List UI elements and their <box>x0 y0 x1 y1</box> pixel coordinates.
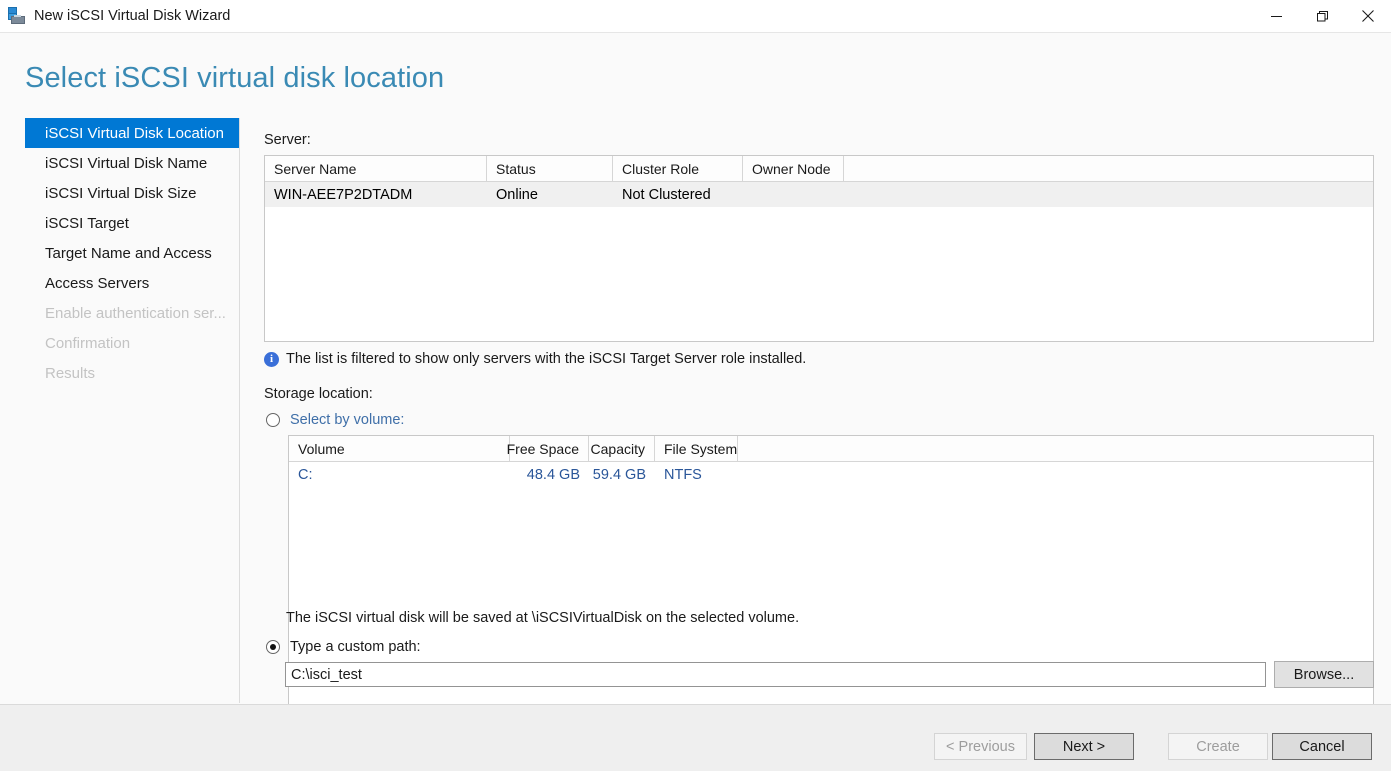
window-title: New iSCSI Virtual Disk Wizard <box>34 8 231 24</box>
info-icon: i <box>264 351 279 367</box>
volume-table-col-spacer <box>738 436 1373 461</box>
restore-button[interactable] <box>1299 0 1345 32</box>
sidebar-item-enable-authentication: Enable authentication ser... <box>25 298 239 328</box>
save-location-hint: The iSCSI virtual disk will be saved at … <box>286 610 800 626</box>
server-table-col-spacer <box>844 156 1373 181</box>
page-title: Select iSCSI virtual disk location <box>25 62 445 94</box>
volume-table-col-volume[interactable]: Volume <box>289 436 510 461</box>
browse-button[interactable]: Browse... <box>1274 661 1374 688</box>
capacity-cell: 59.4 GB <box>592 466 646 483</box>
table-row[interactable]: WIN-AEE7P2DTADM Online Not Clustered <box>265 182 1373 207</box>
volume-table-col-free-space[interactable]: Free Space <box>507 436 589 461</box>
sidebar-item-iscsi-virtual-disk-name[interactable]: iSCSI Virtual Disk Name <box>25 148 239 178</box>
window-controls <box>1253 0 1391 32</box>
minimize-button[interactable] <box>1253 0 1299 32</box>
sidebar-item-access-servers[interactable]: Access Servers <box>25 268 239 298</box>
previous-button: < Previous <box>934 733 1027 760</box>
storage-location-label: Storage location: <box>264 386 373 402</box>
wizard-sidebar: iSCSI Virtual Disk Location iSCSI Virtua… <box>0 118 239 703</box>
server-table-col-owner-node[interactable]: Owner Node <box>743 156 844 181</box>
filter-info-line: i The list is filtered to show only serv… <box>264 351 806 367</box>
close-icon <box>1362 10 1374 22</box>
filter-info-text: The list is filtered to show only server… <box>286 351 807 367</box>
sidebar-item-label: Confirmation <box>45 334 131 352</box>
volume-table-header: Volume Free Space Capacity File System <box>289 436 1373 462</box>
sidebar-item-label: iSCSI Target <box>45 214 129 232</box>
sidebar-item-target-name-and-access[interactable]: Target Name and Access <box>25 238 239 268</box>
volume-table-col-capacity[interactable]: Capacity <box>589 436 655 461</box>
server-table-col-status[interactable]: Status <box>487 156 613 181</box>
select-by-volume-label: Select by volume: <box>290 412 405 428</box>
server-table-header: Server Name Status Cluster Role Owner No… <box>265 156 1373 182</box>
file-system-cell: NTFS <box>664 466 702 483</box>
free-space-cell: 48.4 GB <box>526 466 580 483</box>
volume-table-col-file-system[interactable]: File System <box>655 436 738 461</box>
restore-icon <box>1316 10 1328 21</box>
table-row[interactable]: C: 48.4 GB 59.4 GB NTFS <box>289 462 1373 487</box>
server-label: Server: <box>264 132 311 148</box>
sidebar-item-confirmation: Confirmation <box>25 328 239 358</box>
sidebar-item-iscsi-virtual-disk-location[interactable]: iSCSI Virtual Disk Location <box>25 118 239 148</box>
iscsi-virtual-disk-icon <box>8 7 26 25</box>
sidebar-item-label: Results <box>45 364 96 382</box>
minimize-icon <box>1270 15 1282 17</box>
footer-bar: < Previous Next > Create Cancel <box>0 704 1391 771</box>
sidebar-item-label: iSCSI Virtual Disk Name <box>45 154 208 172</box>
title-bar-left: New iSCSI Virtual Disk Wizard <box>0 0 1253 32</box>
select-by-volume-radio-row[interactable]: Select by volume: <box>266 412 404 428</box>
select-by-volume-radio[interactable] <box>266 413 280 427</box>
create-button: Create <box>1168 733 1268 760</box>
server-name-cell: WIN-AEE7P2DTADM <box>274 186 413 203</box>
custom-path-radio-row[interactable]: Type a custom path: <box>266 639 421 655</box>
sidebar-item-label: Enable authentication ser... <box>45 304 226 322</box>
next-button[interactable]: Next > <box>1034 733 1134 760</box>
close-button[interactable] <box>1345 0 1391 32</box>
server-table[interactable]: Server Name Status Cluster Role Owner No… <box>264 155 1374 342</box>
sidebar-item-iscsi-target[interactable]: iSCSI Target <box>25 208 239 238</box>
custom-path-radio[interactable] <box>266 640 280 654</box>
server-table-col-cluster-role[interactable]: Cluster Role <box>613 156 743 181</box>
cancel-button[interactable]: Cancel <box>1272 733 1372 760</box>
volume-cell: C: <box>298 466 313 483</box>
custom-path-label: Type a custom path: <box>290 639 421 655</box>
sidebar-item-iscsi-virtual-disk-size[interactable]: iSCSI Virtual Disk Size <box>25 178 239 208</box>
title-bar: New iSCSI Virtual Disk Wizard <box>0 0 1391 33</box>
sidebar-item-label: iSCSI Virtual Disk Size <box>45 184 197 202</box>
cluster-role-cell: Not Clustered <box>622 186 711 203</box>
sidebar-item-label: Access Servers <box>45 274 150 292</box>
status-cell: Online <box>496 186 538 203</box>
custom-path-input[interactable] <box>285 662 1266 687</box>
sidebar-item-label: Target Name and Access <box>45 244 212 262</box>
sidebar-item-results: Results <box>25 358 239 388</box>
sidebar-item-label: iSCSI Virtual Disk Location <box>45 124 224 142</box>
server-table-col-server-name[interactable]: Server Name <box>265 156 487 181</box>
sidebar-divider <box>239 118 240 703</box>
